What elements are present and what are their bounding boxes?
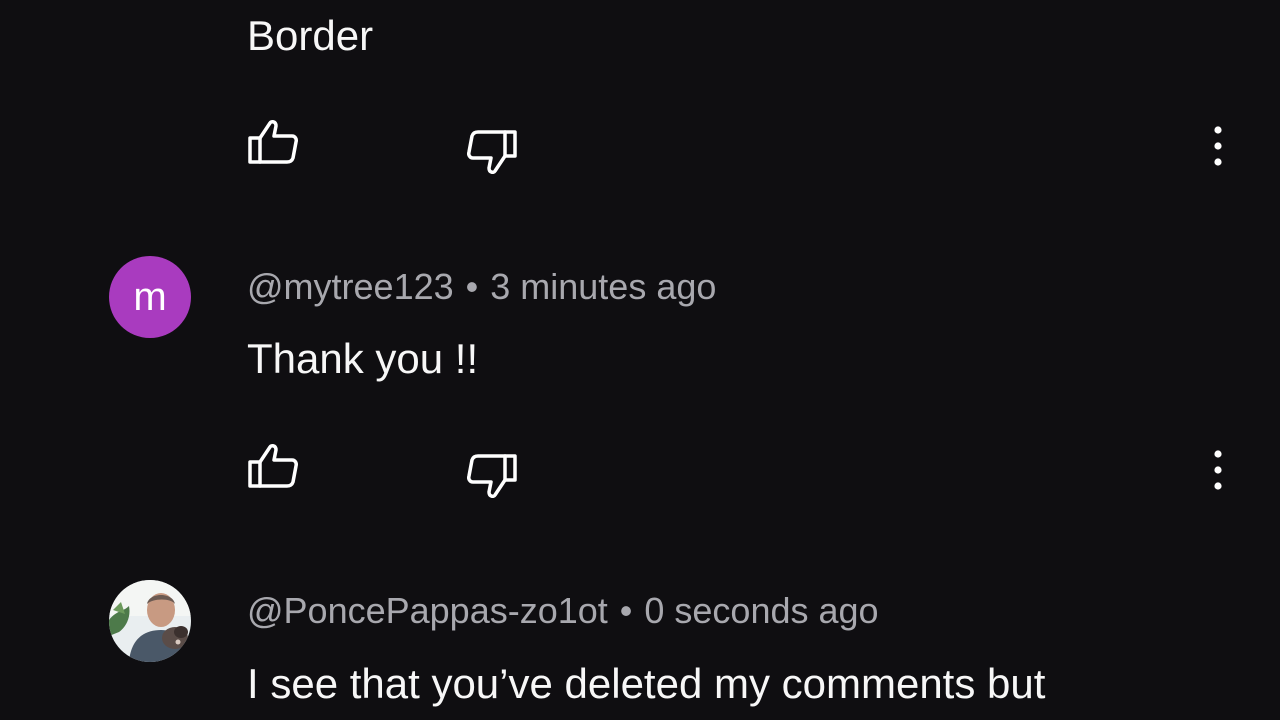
- thumbs-down-icon: [467, 454, 517, 498]
- timestamp: 3 minutes ago: [490, 266, 717, 307]
- comment-text: I see that you’ve deleted my comments bu…: [247, 660, 1046, 707]
- user-photo-avatar: [109, 580, 191, 662]
- author-handle[interactable]: @PoncePappas-zo1ot: [247, 590, 608, 631]
- like-button[interactable]: [243, 112, 303, 172]
- vertical-ellipsis-icon: [1214, 450, 1222, 490]
- like-button[interactable]: [243, 436, 303, 496]
- comment-meta: @mytree123 • 3 minutes ago: [247, 267, 716, 307]
- avatar-letter: m: [133, 275, 167, 319]
- comments-screen: Border m @mytree123 • 3 minutes ago Than…: [0, 0, 1280, 720]
- comment-text: Border: [247, 12, 374, 59]
- dislike-button[interactable]: [462, 122, 522, 182]
- comment-meta: @PoncePappas-zo1ot • 0 seconds ago: [247, 591, 879, 631]
- thumbs-up-icon: [248, 120, 298, 164]
- thumbs-up-icon: [248, 444, 298, 488]
- comment-menu-button[interactable]: [1198, 440, 1238, 500]
- avatar[interactable]: m: [109, 256, 191, 338]
- comment-text: Thank you !!: [247, 335, 479, 382]
- thumbs-down-icon: [467, 130, 517, 174]
- avatar[interactable]: [109, 580, 191, 662]
- timestamp: 0 seconds ago: [644, 590, 879, 631]
- vertical-ellipsis-icon: [1214, 126, 1222, 166]
- separator-dot: •: [619, 590, 633, 631]
- comment-menu-button[interactable]: [1198, 116, 1238, 176]
- separator-dot: •: [465, 266, 479, 307]
- dislike-button[interactable]: [462, 446, 522, 506]
- author-handle[interactable]: @mytree123: [247, 266, 454, 307]
